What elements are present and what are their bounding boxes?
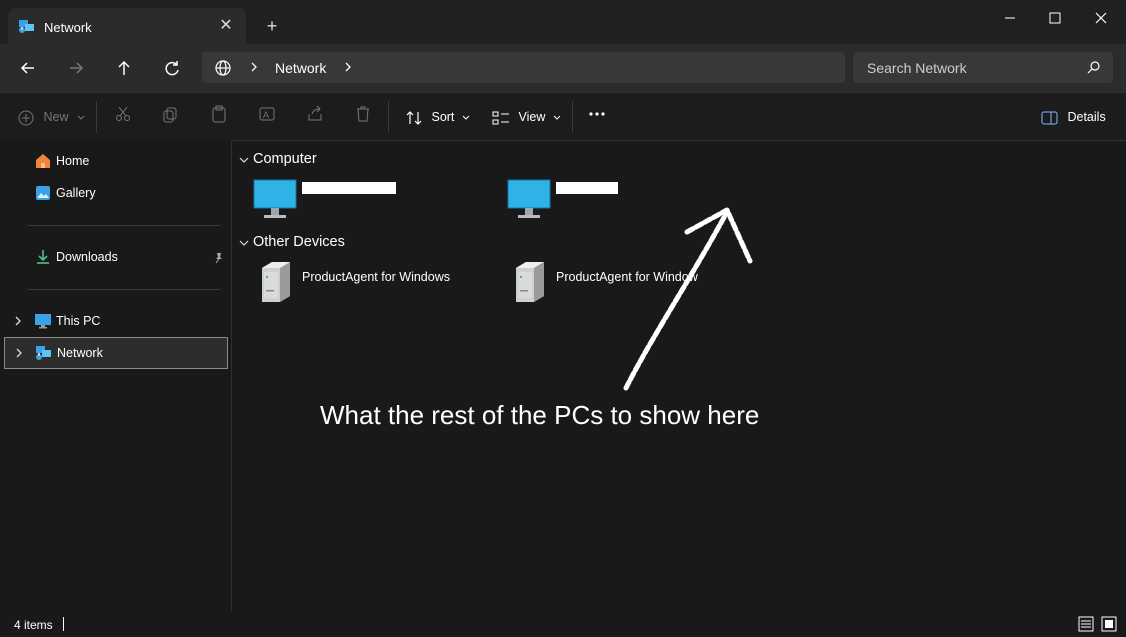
large-icons-view-icon[interactable] — [1101, 616, 1117, 637]
details-view-icon[interactable] — [1078, 616, 1094, 637]
item-count: 4 items — [14, 618, 53, 632]
status-bar: 4 items — [0, 612, 1126, 636]
annotation-arrow — [623, 207, 753, 391]
status-divider — [63, 617, 64, 631]
annotation-text: What the rest of the PCs to show here — [320, 400, 760, 430]
